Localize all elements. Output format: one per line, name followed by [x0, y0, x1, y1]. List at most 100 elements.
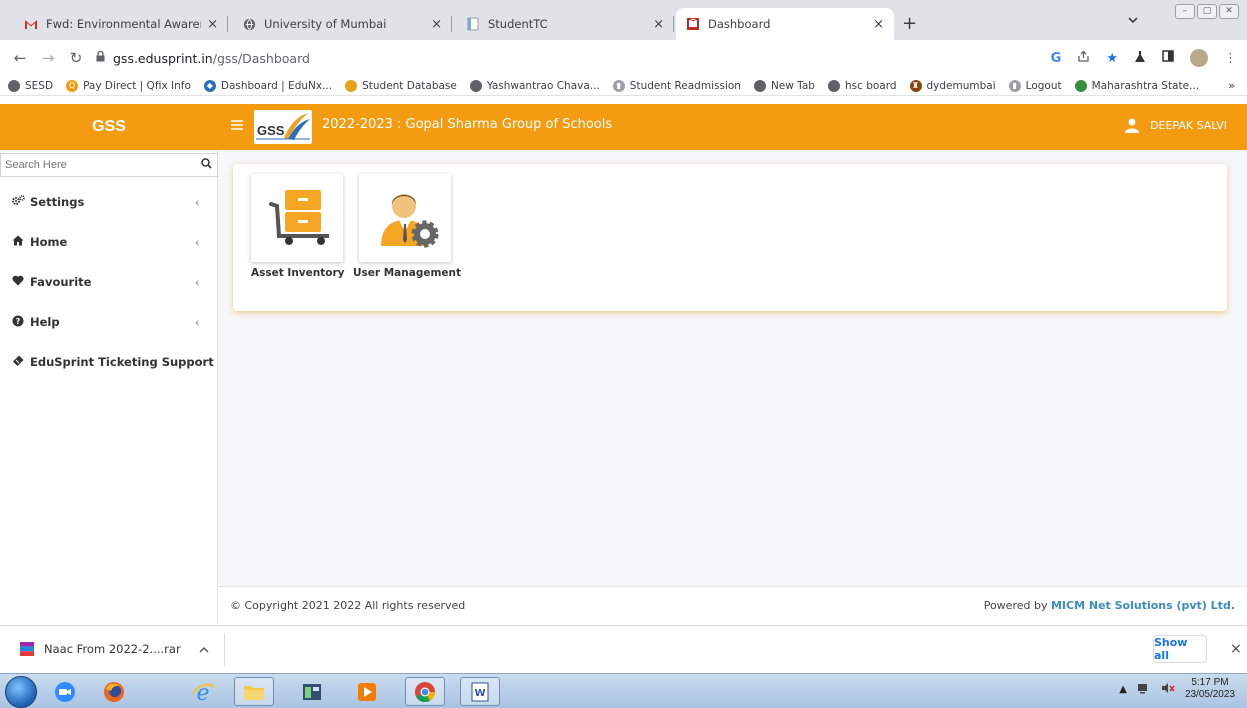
- window-controls: – ▢ ✕: [1175, 4, 1239, 19]
- bookmark-item[interactable]: ◆ Dashboard | EduNx...: [203, 79, 332, 92]
- tab-gmail[interactable]: Fwd: Environmental Awareness C ×: [14, 8, 228, 40]
- bookmark-label: Student Readmission: [629, 79, 741, 92]
- tray-expand-icon[interactable]: ▲: [1119, 684, 1127, 695]
- url-path: /gss/Dashboard: [212, 50, 310, 66]
- tab-close-icon[interactable]: ×: [431, 17, 442, 32]
- google-translate-icon[interactable]: G: [1051, 51, 1062, 66]
- sidebar-item-label: Settings: [30, 195, 85, 209]
- bookmark-item[interactable]: Maharashtra State...: [1074, 79, 1199, 92]
- chevron-left-icon: ‹: [195, 275, 200, 289]
- globe-icon: [469, 79, 482, 92]
- back-icon[interactable]: ←: [12, 49, 28, 67]
- page-icon: [466, 17, 480, 31]
- sidebar-item-label: Help: [30, 315, 60, 329]
- ticket-icon: [12, 355, 30, 369]
- bookmark-label: hsc board: [844, 79, 897, 92]
- chrome-icon[interactable]: [405, 677, 445, 706]
- bookmark-item[interactable]: ▮ Student Readmission: [612, 79, 741, 92]
- profile-avatar[interactable]: [1190, 49, 1208, 67]
- powered-brand-link[interactable]: MICM Net Solutions (pvt) Ltd.: [1051, 599, 1235, 612]
- zoom-app-icon[interactable]: [45, 677, 85, 706]
- search-icon[interactable]: [195, 158, 217, 172]
- close-window-icon[interactable]: ✕: [1219, 4, 1239, 19]
- globe-icon: [242, 17, 256, 31]
- home-icon: [12, 235, 30, 249]
- tab-close-icon[interactable]: ×: [653, 17, 664, 32]
- maximize-icon[interactable]: ▢: [1197, 4, 1217, 19]
- tab-close-icon[interactable]: ×: [873, 17, 884, 32]
- network-icon[interactable]: [1137, 682, 1151, 697]
- inventory-cart-icon: [269, 190, 329, 245]
- tab-close-icon[interactable]: ×: [207, 17, 218, 32]
- sidebar-item-settings[interactable]: Settings ‹: [0, 182, 218, 222]
- windows-taskbar: e W ▲ 5:17 PM 23/05/2023: [0, 673, 1247, 708]
- tab-university[interactable]: University of Mumbai ×: [232, 8, 452, 40]
- file-explorer-icon[interactable]: [234, 677, 274, 706]
- search-input[interactable]: [1, 159, 195, 171]
- browser-menu-icon[interactable]: ⋮: [1224, 51, 1237, 66]
- svg-text:?: ?: [16, 317, 21, 326]
- tile-user-management[interactable]: [359, 174, 451, 262]
- internet-explorer-icon[interactable]: e: [183, 677, 223, 706]
- system-clock[interactable]: 5:17 PM 23/05/2023: [1185, 677, 1235, 701]
- sidebar-item-favourite[interactable]: Favourite ‹: [0, 262, 218, 302]
- address-bar-actions: G ★ ⋮: [1051, 49, 1237, 67]
- user-menu[interactable]: DEEPAK SALVI: [1124, 117, 1227, 133]
- bookmark-item[interactable]: Student Database: [345, 79, 457, 92]
- tile-asset-inventory[interactable]: [251, 174, 343, 262]
- new-tab-button[interactable]: +: [902, 13, 917, 34]
- reload-icon[interactable]: ↻: [68, 49, 84, 67]
- tab-search-chevron-icon[interactable]: [1128, 14, 1138, 27]
- tile-label[interactable]: Asset Inventory: [251, 267, 345, 279]
- hamburger-menu-icon[interactable]: [231, 118, 243, 134]
- chevron-left-icon: ‹: [195, 235, 200, 249]
- bookmark-item[interactable]: Yashwantrao Chava...: [469, 79, 600, 92]
- dashboard-main: Asset Inventory User Management: [218, 150, 1247, 586]
- rar-archive-icon: [20, 642, 34, 656]
- app-brand[interactable]: GSS: [0, 104, 218, 150]
- bookmark-item[interactable]: ♜ dydemumbai: [909, 79, 996, 92]
- site-icon: [686, 17, 700, 31]
- bookmark-item[interactable]: SESD: [8, 79, 53, 92]
- bookmark-star-icon[interactable]: ★: [1106, 51, 1118, 66]
- sidebar-item-home[interactable]: Home ‹: [0, 222, 218, 262]
- address-bar: ← → ↻ gss.edusprint.in /gss/Dashboard G …: [0, 40, 1247, 76]
- start-button[interactable]: [5, 676, 37, 708]
- bookmark-label: Logout: [1025, 79, 1062, 92]
- window-app-icon[interactable]: [292, 677, 332, 706]
- sidebar-item-ticketing-support[interactable]: EduSprint Ticketing Support: [0, 342, 218, 382]
- bookmark-item[interactable]: hsc board: [827, 79, 897, 92]
- extension-flask-icon[interactable]: [1134, 50, 1146, 67]
- side-panel-icon[interactable]: [1162, 50, 1174, 66]
- forward-icon[interactable]: →: [40, 49, 56, 67]
- bookmark-item[interactable]: ▮ Logout: [1008, 79, 1062, 92]
- bookmarks-overflow-icon[interactable]: »: [1228, 79, 1235, 92]
- system-tray: ▲ 5:17 PM 23/05/2023: [1119, 677, 1235, 701]
- minimize-icon[interactable]: –: [1175, 4, 1195, 19]
- bookmark-item[interactable]: New Tab: [753, 79, 815, 92]
- url-field[interactable]: gss.edusprint.in /gss/Dashboard: [96, 48, 310, 68]
- download-bar-close-icon[interactable]: ×: [1230, 641, 1242, 657]
- dashboard-card: Asset Inventory User Management: [233, 164, 1227, 311]
- download-bar: Naac From 2022-2....rar Show all ×: [0, 625, 1247, 673]
- word-icon[interactable]: W: [460, 677, 500, 706]
- tile-label[interactable]: User Management: [353, 267, 461, 279]
- page-footer: © Copyright 2021 2022 All rights reserve…: [218, 586, 1247, 624]
- copyright-text: © Copyright 2021 2022 All rights reserve…: [230, 599, 466, 612]
- tab-title: StudentTC: [488, 17, 548, 31]
- clock-date: 23/05/2023: [1184, 689, 1235, 700]
- share-icon[interactable]: [1077, 50, 1090, 67]
- tab-dashboard[interactable]: Dashboard ×: [676, 8, 894, 40]
- tab-studenttc[interactable]: StudentTC ×: [456, 8, 674, 40]
- firefox-icon[interactable]: [94, 677, 134, 706]
- powered-prefix: Powered by: [983, 599, 1051, 612]
- page-icon: ▮: [612, 79, 625, 92]
- media-player-icon[interactable]: [347, 677, 387, 706]
- sidebar-item-help[interactable]: ? Help ‹: [0, 302, 218, 342]
- download-item[interactable]: Naac From 2022-2....rar: [20, 642, 209, 656]
- volume-muted-icon[interactable]: [1161, 682, 1175, 697]
- bookmark-item[interactable]: Q Pay Direct | Qfix Info: [66, 79, 191, 92]
- page-icon: ▮: [1008, 79, 1021, 92]
- show-all-button[interactable]: Show all: [1153, 635, 1207, 663]
- chevron-up-icon[interactable]: [199, 642, 209, 656]
